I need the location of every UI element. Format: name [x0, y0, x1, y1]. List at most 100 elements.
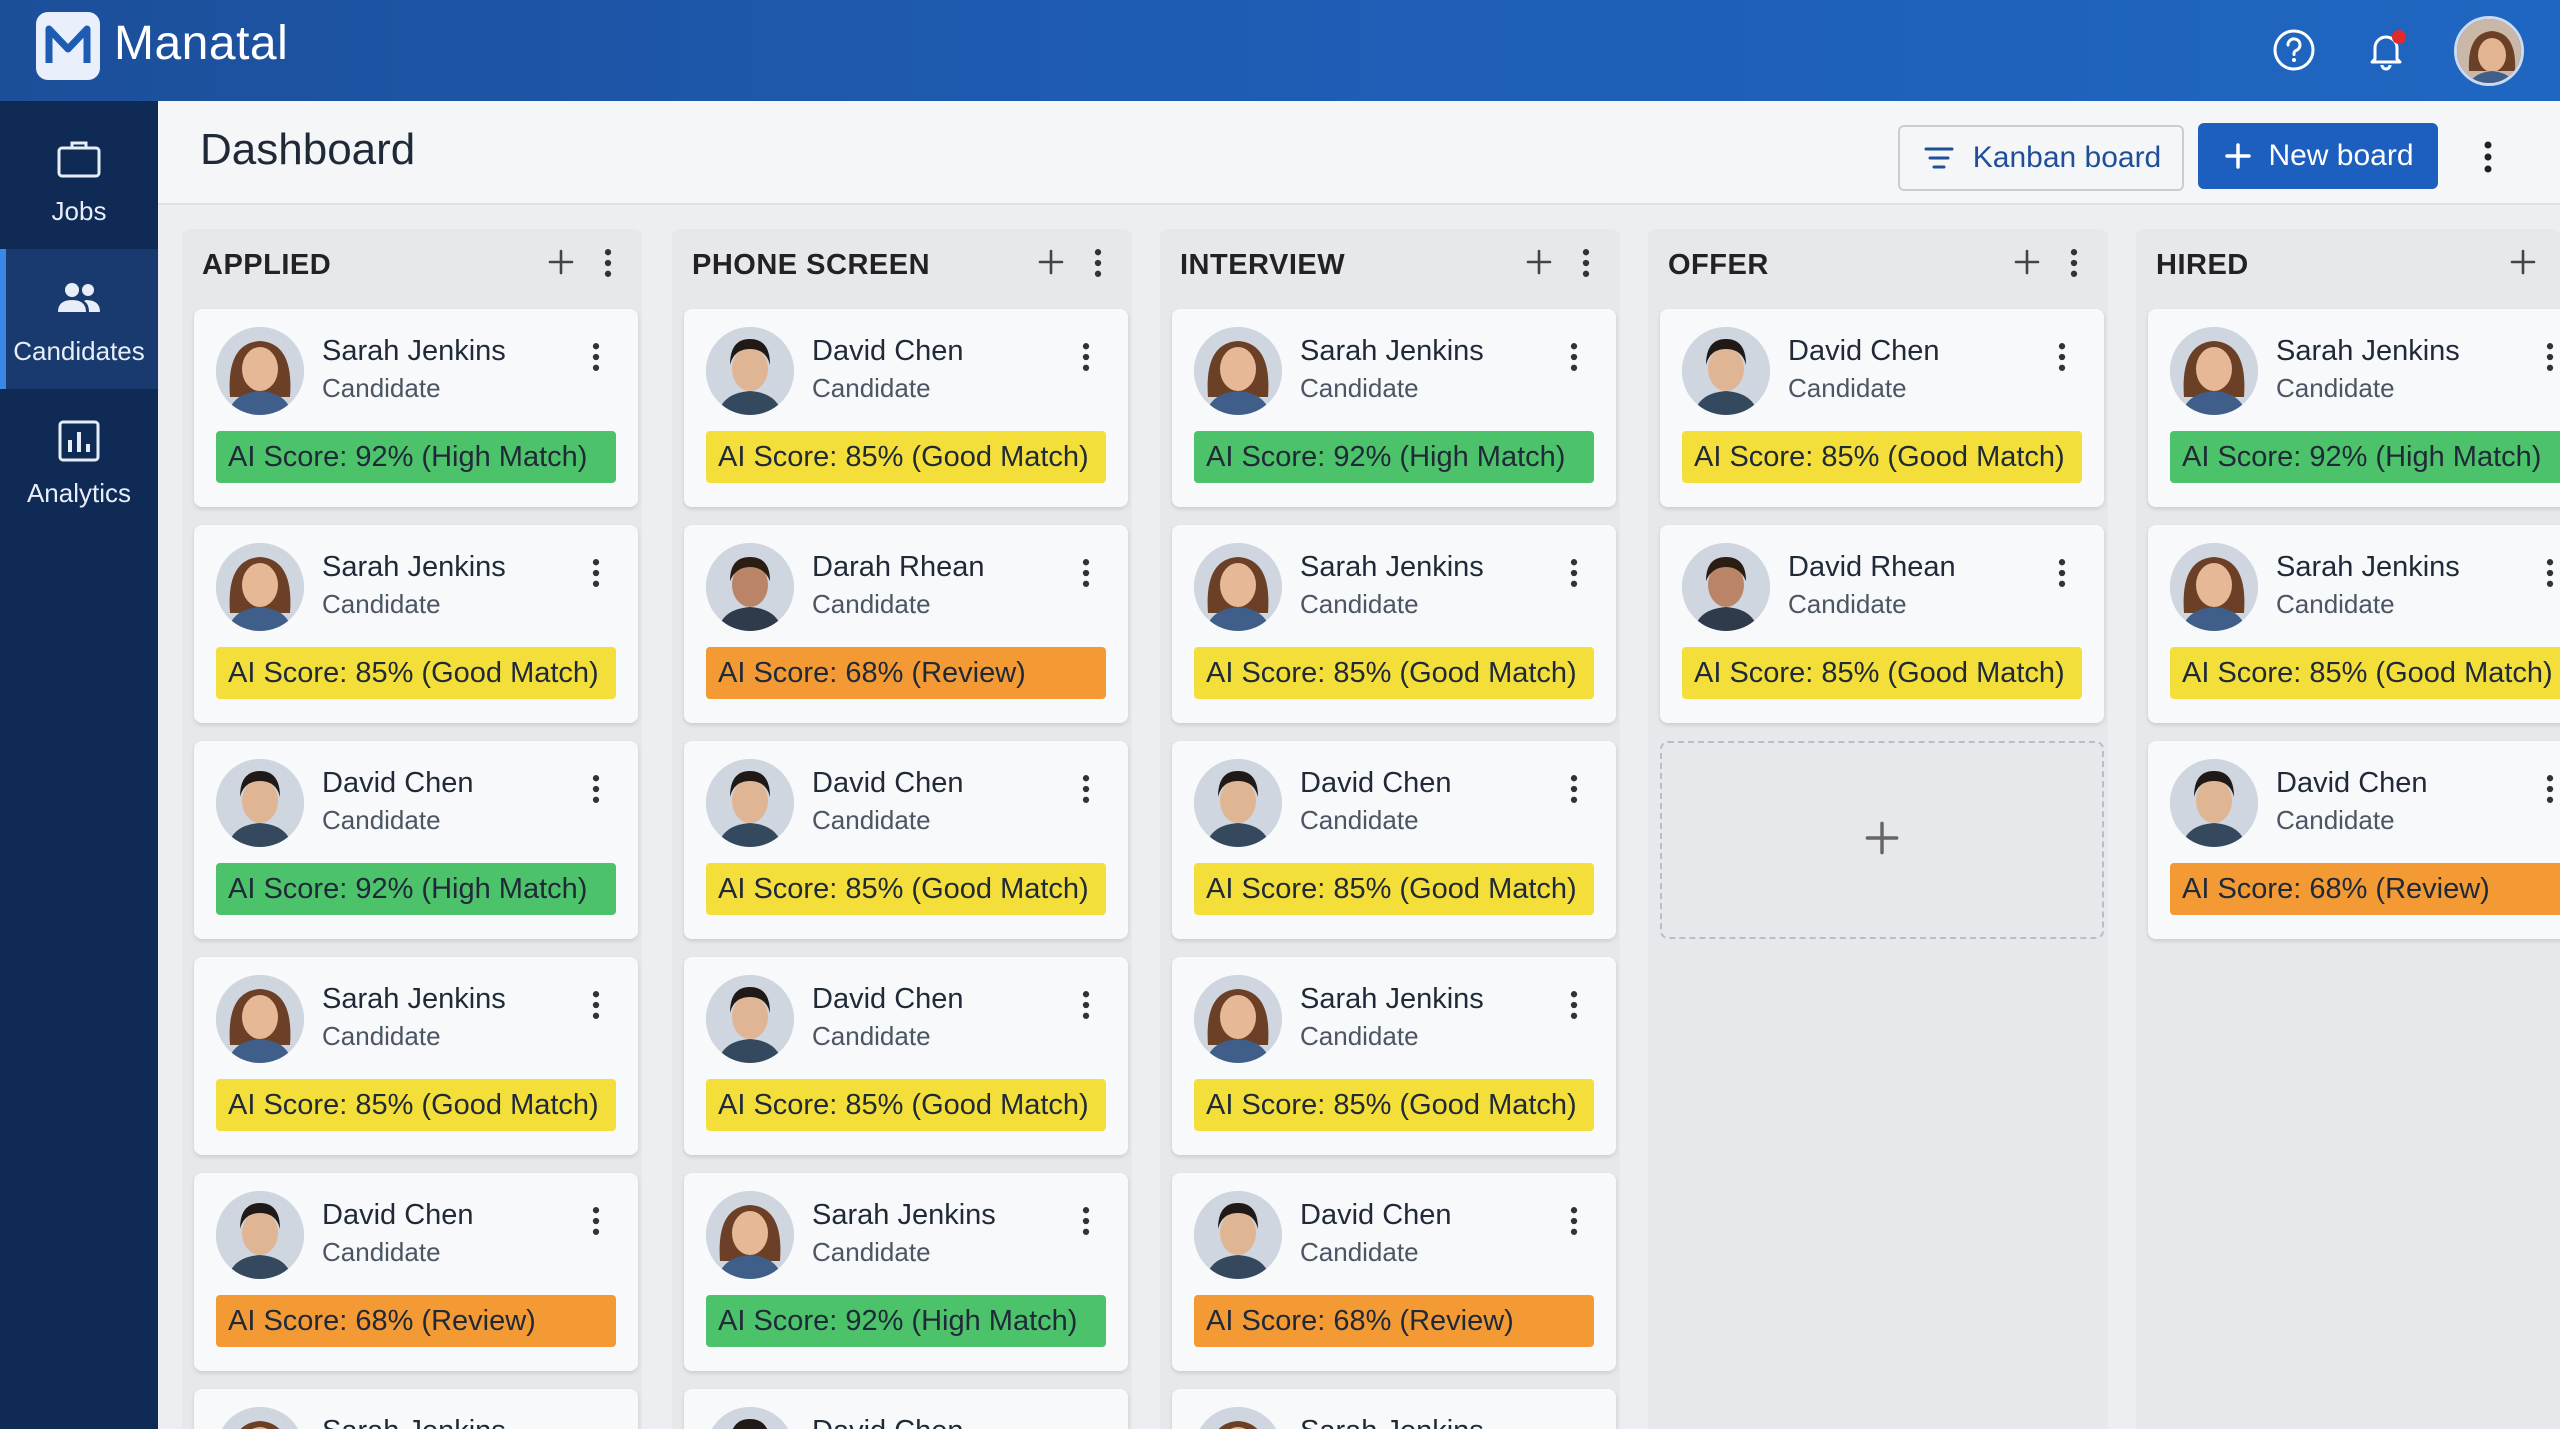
- candidate-card[interactable]: Sarah Jenkins Candidate AI Score: 85% (Goo…: [2148, 525, 2560, 723]
- candidate-role: Candidate: [812, 589, 931, 619]
- candidate-name: David Chen: [2276, 767, 2428, 799]
- user-avatar[interactable]: [2454, 16, 2524, 86]
- candidate-card-partial[interactable]: Sarah Jenkins: [194, 1389, 638, 1429]
- sidebar-item-jobs[interactable]: Jobs: [0, 109, 158, 249]
- candidate-card-partial[interactable]: David Chen: [684, 1389, 1128, 1429]
- kanban-column: HIRED Sarah Jenkins Candidate AI Score: 92%…: [2136, 229, 2560, 1429]
- candidate-card[interactable]: David Chen Candidate AI Score: 68% (Review…: [2148, 741, 2560, 939]
- add-candidate-slot[interactable]: [1660, 741, 2104, 939]
- card-more-button[interactable]: [1564, 771, 1584, 811]
- candidate-card[interactable]: Darah Rhean Candidate AI Score: 68% (Revie…: [684, 525, 1128, 723]
- candidate-card[interactable]: Sarah Jenkins Candidate AI Score: 92% (Hig…: [194, 309, 638, 507]
- plus-icon: [1036, 247, 1066, 282]
- candidate-card[interactable]: David Chen Candidate AI Score: 85% (Good M…: [684, 741, 1128, 939]
- candidate-card[interactable]: David Chen Candidate AI Score: 85% (Good M…: [684, 957, 1128, 1155]
- candidate-role: Candidate: [1300, 1021, 1419, 1051]
- candidate-avatar: [1194, 975, 1282, 1063]
- candidate-role: Candidate: [1300, 1237, 1419, 1267]
- candidate-name: Sarah Jenkins: [322, 335, 506, 367]
- new-board-button[interactable]: New board: [2198, 123, 2438, 189]
- more-vertical-icon: [591, 555, 601, 596]
- card-more-button[interactable]: [2540, 339, 2560, 379]
- candidate-card[interactable]: Sarah Jenkins Candidate AI Score: 85% (Goo…: [194, 525, 638, 723]
- column-header: INTERVIEW: [1160, 229, 1620, 299]
- candidate-role: Candidate: [322, 373, 441, 403]
- card-more-button[interactable]: [2540, 771, 2560, 811]
- ai-score-badge: AI Score: 85% (Good Match): [1682, 647, 2082, 699]
- card-more-button[interactable]: [1076, 339, 1096, 379]
- candidate-card[interactable]: David Chen Candidate AI Score: 85% (Good M…: [684, 309, 1128, 507]
- plus-icon: [1862, 818, 1902, 863]
- candidate-card[interactable]: David Chen Candidate AI Score: 68% (Review…: [194, 1173, 638, 1371]
- manatal-logo[interactable]: [36, 12, 100, 80]
- sidebar-item-analytics[interactable]: Analytics: [0, 391, 158, 531]
- card-more-button[interactable]: [1076, 1203, 1096, 1243]
- candidate-avatar: [2170, 543, 2258, 631]
- card-more-button[interactable]: [1076, 987, 1096, 1027]
- candidate-card[interactable]: David Rhean Candidate AI Score: 85% (Good …: [1660, 525, 2104, 723]
- column-more-button[interactable]: [1086, 245, 1110, 285]
- candidate-card[interactable]: David Chen Candidate AI Score: 92% (High M…: [194, 741, 638, 939]
- column-title: APPLIED: [202, 249, 332, 281]
- candidate-avatar: [706, 543, 794, 631]
- card-more-button[interactable]: [1076, 555, 1096, 595]
- candidate-card[interactable]: Sarah Jenkins Candidate AI Score: 92% (Hig…: [1172, 309, 1616, 507]
- card-more-button[interactable]: [586, 1203, 606, 1243]
- candidate-avatar: [216, 1191, 304, 1279]
- candidate-avatar: [2170, 327, 2258, 415]
- more-vertical-icon: [2545, 771, 2555, 812]
- candidate-avatar: [216, 543, 304, 631]
- candidate-avatar: [706, 327, 794, 415]
- candidate-card-partial[interactable]: Sarah Jenkins: [1172, 1389, 1616, 1429]
- candidate-name: Sarah Jenkins: [2276, 551, 2460, 583]
- card-more-button[interactable]: [1076, 771, 1096, 811]
- candidate-card[interactable]: Sarah Jenkins Candidate AI Score: 85% (Goo…: [1172, 525, 1616, 723]
- card-more-button[interactable]: [2540, 555, 2560, 595]
- card-more-button[interactable]: [586, 987, 606, 1027]
- candidate-role: Candidate: [1300, 373, 1419, 403]
- header-more-button[interactable]: [2468, 131, 2508, 183]
- candidate-avatar: [216, 327, 304, 415]
- sidebar-item-label: Candidates: [13, 335, 145, 366]
- card-more-button[interactable]: [586, 771, 606, 811]
- card-more-button[interactable]: [1564, 339, 1584, 379]
- candidate-card[interactable]: Sarah Jenkins Candidate AI Score: 92% (Hig…: [2148, 309, 2560, 507]
- kanban-board-button[interactable]: Kanban board: [1898, 125, 2184, 191]
- card-more-button[interactable]: [2052, 339, 2072, 379]
- notifications-button[interactable]: [2360, 24, 2412, 76]
- card-more-button[interactable]: [586, 555, 606, 595]
- ai-score-badge: AI Score: 68% (Review): [706, 647, 1106, 699]
- more-vertical-icon: [1569, 771, 1579, 812]
- card-more-button[interactable]: [2052, 555, 2072, 595]
- column-more-button[interactable]: [596, 245, 620, 285]
- add-card-button[interactable]: [2504, 245, 2542, 283]
- add-card-button[interactable]: [2008, 245, 2046, 283]
- add-card-button[interactable]: [542, 245, 580, 283]
- card-more-button[interactable]: [1564, 1203, 1584, 1243]
- add-card-button[interactable]: [1032, 245, 1070, 283]
- column-header: OFFER: [1648, 229, 2108, 299]
- sidebar-item-candidates[interactable]: Candidates: [0, 249, 158, 389]
- candidate-card[interactable]: Sarah Jenkins Candidate AI Score: 92% (Hig…: [684, 1173, 1128, 1371]
- help-circle-icon: [2273, 29, 2315, 71]
- more-vertical-icon: [2545, 339, 2555, 380]
- card-more-button[interactable]: [1564, 555, 1584, 595]
- add-card-button[interactable]: [1520, 245, 1558, 283]
- card-more-button[interactable]: [586, 339, 606, 379]
- column-more-button[interactable]: [2062, 245, 2086, 285]
- kanban-board-label: Kanban board: [1972, 141, 2162, 174]
- candidate-card[interactable]: David Chen Candidate AI Score: 85% (Good M…: [1660, 309, 2104, 507]
- card-more-button[interactable]: [1564, 987, 1584, 1027]
- more-vertical-icon: [1569, 339, 1579, 380]
- candidate-card[interactable]: David Chen Candidate AI Score: 85% (Good M…: [1172, 741, 1616, 939]
- candidate-name: David Chen: [1788, 335, 1940, 367]
- candidate-card[interactable]: Sarah Jenkins Candidate AI Score: 85% (Goo…: [194, 957, 638, 1155]
- help-button[interactable]: [2268, 24, 2320, 76]
- candidate-card[interactable]: Sarah Jenkins Candidate AI Score: 85% (Goo…: [1172, 957, 1616, 1155]
- candidate-role: Candidate: [322, 589, 441, 619]
- candidate-role: Candidate: [812, 373, 931, 403]
- candidate-role: Candidate: [322, 1237, 441, 1267]
- candidate-card[interactable]: David Chen Candidate AI Score: 68% (Review…: [1172, 1173, 1616, 1371]
- more-vertical-icon: [1081, 339, 1091, 380]
- column-more-button[interactable]: [1574, 245, 1598, 285]
